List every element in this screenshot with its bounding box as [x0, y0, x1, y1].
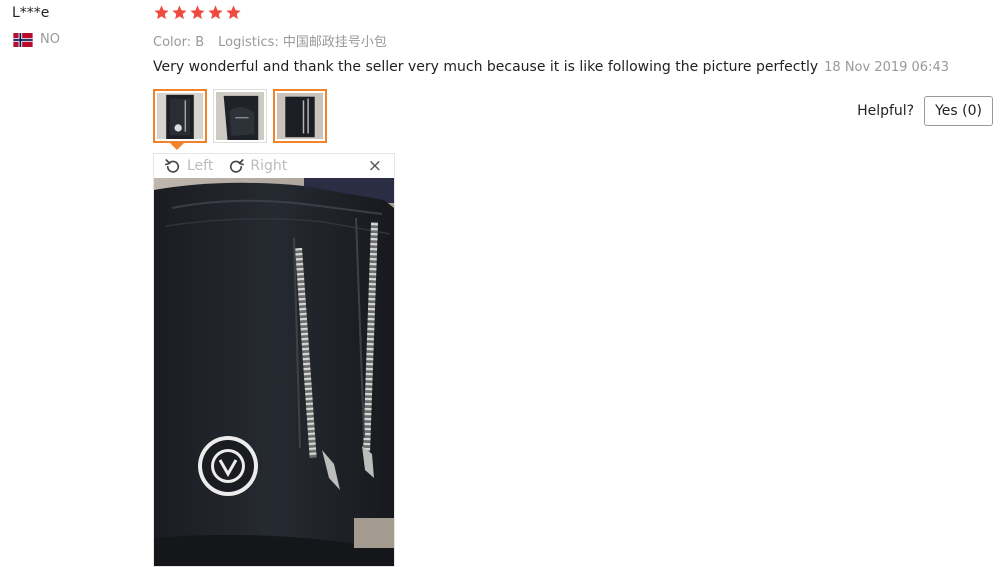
close-icon[interactable]: × — [368, 157, 382, 175]
reviewer-info: L***e NO — [12, 4, 132, 47]
logistics-attribute: Logistics: 中国邮政挂号小包 — [218, 35, 387, 50]
rotate-right-icon — [230, 159, 245, 173]
review-date: 18 Nov 2019 06:43 — [824, 60, 949, 75]
color-attribute: Color: B — [153, 35, 205, 50]
review-body: Very wonderful and thank the seller very… — [153, 59, 949, 75]
helpful-yes-button[interactable]: Yes (0) — [924, 96, 993, 126]
helpful-label: Helpful? — [857, 103, 915, 119]
star-icon — [172, 5, 187, 20]
helpful-vote: Helpful? Yes (0) — [857, 96, 993, 126]
selected-thumbnail-pointer — [170, 143, 184, 150]
norway-flag-icon — [13, 32, 33, 47]
review-text: Very wonderful and thank the seller very… — [153, 59, 819, 75]
review-page: L***e NO Color: B Logistics: 中国邮政挂号小包 Ver — [0, 0, 1000, 567]
rotate-left-label: Left — [187, 158, 214, 174]
review-photo-thumbnail-2[interactable] — [213, 89, 267, 143]
enlarged-review-photo — [154, 178, 394, 566]
bag-photo-thumbnail — [277, 93, 323, 139]
viewer-toolbar: Left Right × — [154, 154, 394, 178]
review-content: Color: B Logistics: 中国邮政挂号小包 Very wonderf… — [153, 0, 993, 567]
bag-photo — [154, 178, 394, 566]
rotate-right-button[interactable]: Right — [227, 157, 287, 175]
bag-photo-thumbnail — [216, 92, 264, 140]
review-photo-thumbnail-1[interactable] — [153, 89, 207, 143]
reviewer-name: L***e — [12, 5, 50, 21]
star-icon — [154, 5, 169, 20]
order-attributes: Color: B Logistics: 中国邮政挂号小包 — [153, 31, 387, 50]
bag-photo-thumbnail — [157, 93, 203, 139]
star-icon — [190, 5, 205, 20]
reviewer-country: NO — [12, 32, 132, 47]
rotate-right-label: Right — [250, 158, 288, 174]
country-code: NO — [40, 32, 60, 47]
star-icon — [208, 5, 223, 20]
star-icon — [226, 5, 241, 20]
rotate-left-icon — [165, 159, 180, 173]
review-photo-thumbnails — [153, 89, 327, 143]
photo-viewer: Left Right × — [153, 153, 395, 567]
rotate-left-button[interactable]: Left — [164, 157, 213, 175]
star-rating — [153, 4, 242, 21]
review-photo-thumbnail-3[interactable] — [273, 89, 327, 143]
